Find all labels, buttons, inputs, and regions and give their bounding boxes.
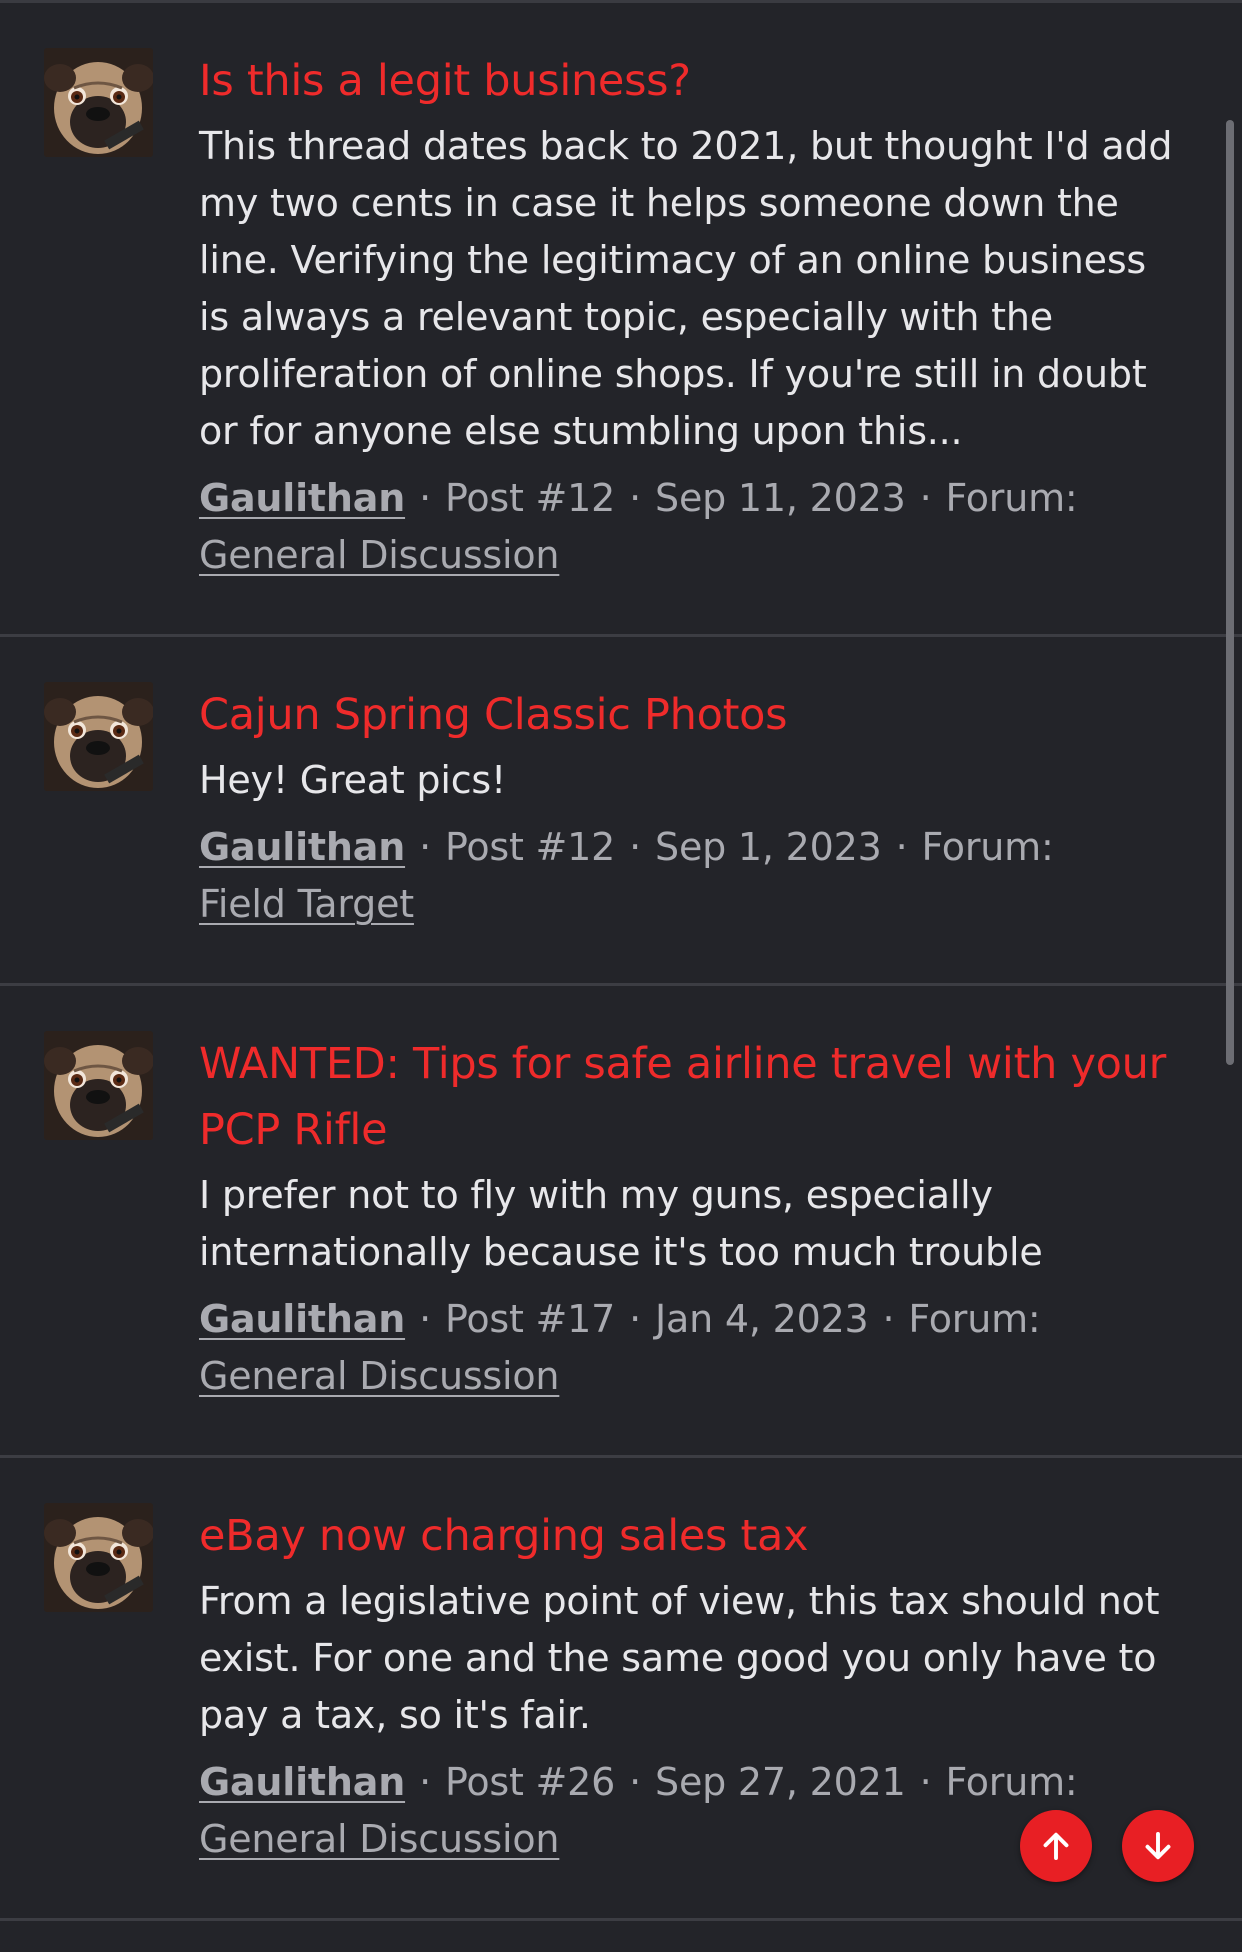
post-snippet: This thread dates back to 2021, but thou… — [199, 124, 1173, 453]
meta-separator: · — [919, 476, 932, 520]
search-result: Cajun Spring Classic Photos Hey! Great p… — [0, 637, 1242, 986]
post-number: Post #12 — [444, 825, 616, 869]
forum-link[interactable]: Field Target — [199, 882, 414, 926]
post-snippet: I prefer not to fly with my guns, especi… — [199, 1173, 1043, 1274]
author-link[interactable]: Gaulithan — [199, 825, 405, 869]
thread-title-link[interactable]: Cajun Spring Classic Photos — [199, 682, 1186, 748]
thread-title-link[interactable]: Is this a legit business? — [199, 48, 1186, 114]
post-date: Jan 4, 2023 — [655, 1297, 869, 1341]
post-snippet: From a legislative point of view, this t… — [199, 1579, 1160, 1737]
author-link[interactable]: Gaulithan — [199, 476, 405, 520]
meta-separator: · — [629, 1297, 642, 1341]
search-result: WANTED: Tips for safe airline travel wit… — [0, 986, 1242, 1458]
avatar[interactable] — [44, 48, 153, 157]
forum-link[interactable]: General Discussion — [199, 533, 560, 577]
pug-avatar-icon — [44, 682, 153, 791]
thread-title-link[interactable]: eBay now charging sales tax — [199, 1503, 1186, 1569]
post-number: Post #12 — [444, 476, 616, 520]
arrow-up-icon — [1043, 1832, 1069, 1860]
post-number: Post #17 — [444, 1297, 616, 1341]
post-date: Sep 27, 2021 — [655, 1760, 906, 1804]
post-date: Sep 11, 2023 — [655, 476, 906, 520]
arrow-down-icon — [1145, 1832, 1171, 1860]
meta-separator: · — [895, 825, 908, 869]
meta-separator: · — [629, 825, 642, 869]
pug-avatar-icon — [44, 1503, 153, 1612]
post-meta: Gaulithan · Post #12 · Sep 11, 2023 · Forum: Ge… — [199, 470, 1186, 584]
meta-separator: · — [882, 1297, 895, 1341]
post-number: Post #26 — [444, 1760, 616, 1804]
forum-label: Forum: — [908, 1297, 1041, 1341]
forum-link[interactable]: General Discussion — [199, 1817, 560, 1861]
post-meta: Gaulithan · Post #12 · Sep 1, 2023 · Forum: Fie… — [199, 819, 1186, 933]
pug-avatar-icon — [44, 48, 153, 157]
forum-label: Forum: — [945, 1760, 1078, 1804]
forum-label: Forum: — [921, 825, 1054, 869]
forum-label: Forum: — [945, 476, 1078, 520]
scroll-to-top-button[interactable] — [1020, 1810, 1092, 1882]
scroll-to-bottom-button[interactable] — [1122, 1810, 1194, 1882]
pug-avatar-icon — [44, 1031, 153, 1140]
author-link[interactable]: Gaulithan — [199, 1760, 405, 1804]
meta-separator: · — [419, 1297, 431, 1341]
meta-separator: · — [629, 476, 642, 520]
meta-separator: · — [419, 1760, 431, 1804]
meta-separator: · — [919, 1760, 932, 1804]
post-meta: Gaulithan · Post #17 · Jan 4, 2023 · Forum: Gen… — [199, 1291, 1186, 1405]
meta-separator: · — [629, 1760, 642, 1804]
search-result: Is this a legit business? This thread da… — [0, 3, 1242, 637]
meta-separator: · — [419, 825, 431, 869]
forum-link[interactable]: General Discussion — [199, 1354, 560, 1398]
author-link[interactable]: Gaulithan — [199, 1297, 405, 1341]
thread-title-link[interactable]: WANTED: Tips for safe airline travel wit… — [199, 1031, 1186, 1163]
avatar[interactable] — [44, 682, 153, 791]
avatar[interactable] — [44, 1031, 153, 1140]
scrollbar-thumb[interactable] — [1226, 120, 1234, 1065]
avatar[interactable] — [44, 1503, 153, 1612]
post-snippet: Hey! Great pics! — [199, 758, 507, 802]
post-date: Sep 1, 2023 — [655, 825, 882, 869]
meta-separator: · — [419, 476, 431, 520]
search-results-list: Is this a legit business? This thread da… — [0, 3, 1242, 1921]
